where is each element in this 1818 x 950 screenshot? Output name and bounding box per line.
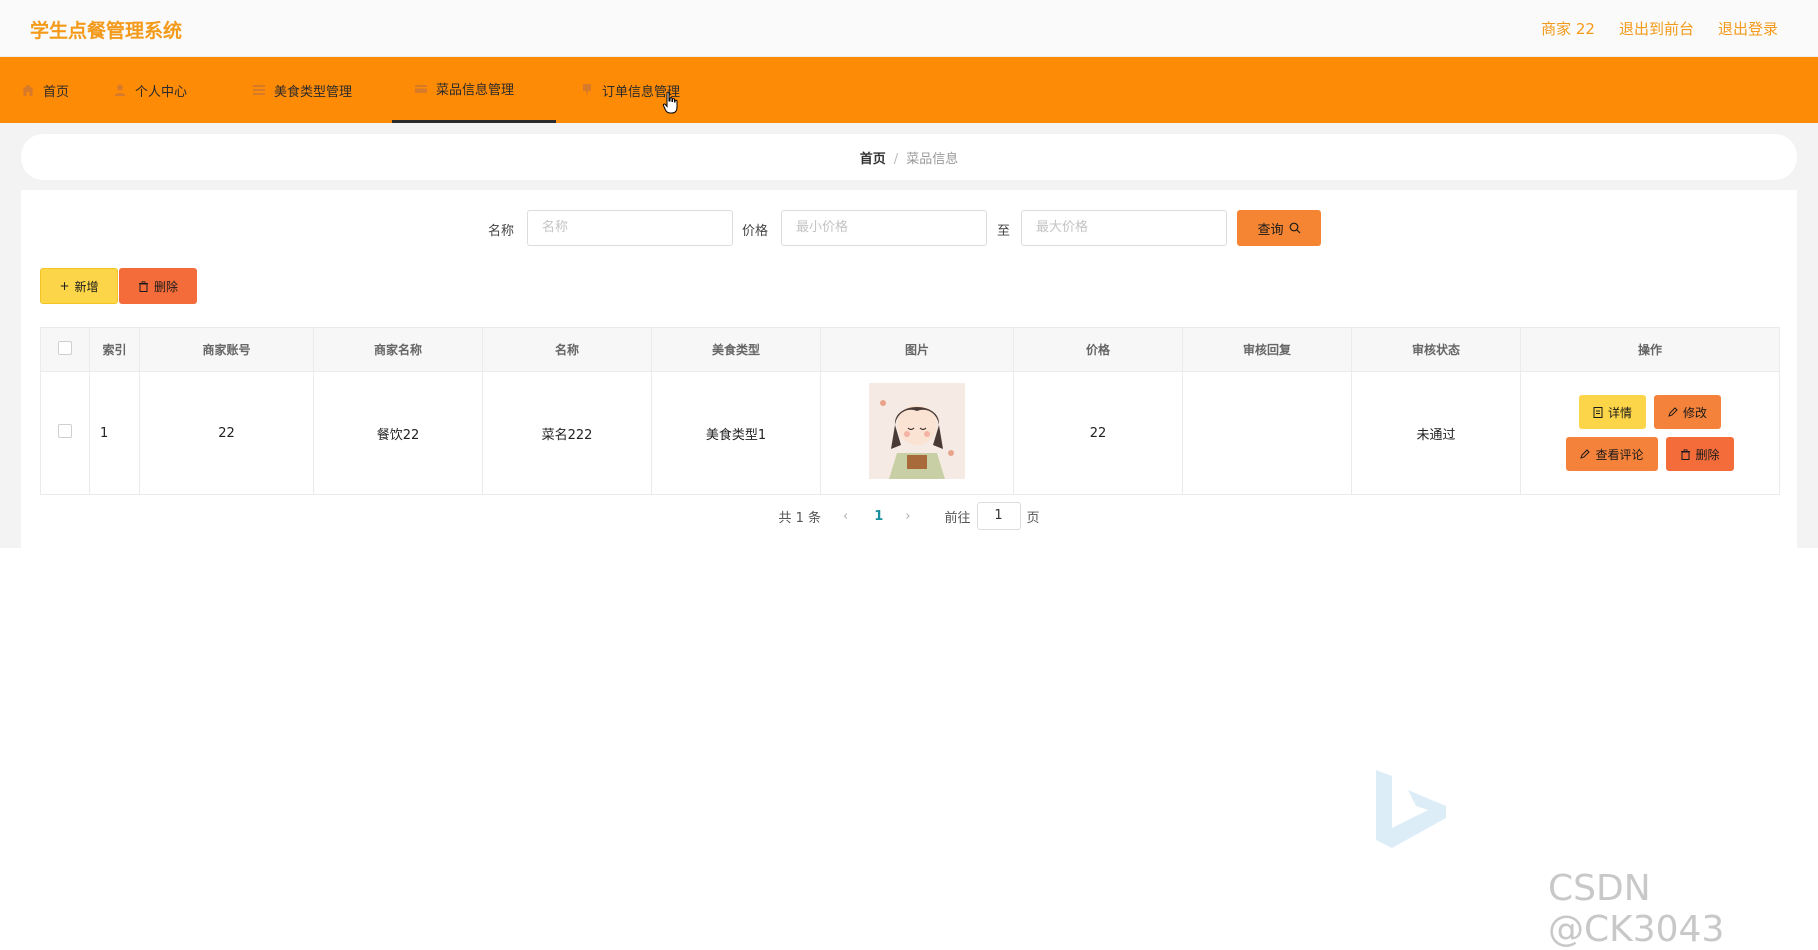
logout-link[interactable]: 退出登录 — [1718, 18, 1778, 39]
select-all-checkbox[interactable] — [58, 341, 72, 355]
pagination: 共 1 条 ‹ 1 › 前往 1 页 — [21, 502, 1797, 530]
trash-icon — [138, 280, 148, 292]
col-price: 价格 — [1013, 327, 1183, 372]
col-merchant-account: 商家账号 — [139, 327, 314, 372]
breadcrumb-home[interactable]: 首页 — [860, 152, 886, 167]
home-icon — [22, 84, 34, 96]
pin-icon — [583, 84, 591, 96]
app-title: 学生点餐管理系统 — [30, 20, 183, 42]
col-index: 索引 — [89, 327, 140, 372]
edit-button-label: 修改 — [1683, 405, 1708, 420]
main-nav: 首页 个人中心 美食类型管理 菜品信息管理 订单信息管理 — [0, 57, 1818, 123]
detail-button-label: 详情 — [1607, 405, 1632, 420]
breadcrumb-separator: / — [893, 152, 899, 167]
add-button[interactable]: + 新增 — [40, 268, 118, 304]
next-page-button[interactable]: › — [905, 509, 910, 524]
top-links: 商家 22 退出到前台 退出登录 — [1541, 18, 1778, 39]
watermark: CSDN @CK3043 — [1548, 868, 1725, 950]
cell-review-status: 未通过 — [1351, 371, 1521, 495]
nav-item-home[interactable]: 首页 — [21, 57, 69, 123]
batch-delete-label: 删除 — [153, 279, 178, 294]
edit-icon — [1668, 407, 1678, 417]
prev-page-button[interactable]: ‹ — [843, 509, 848, 524]
edit-button[interactable]: 修改 — [1654, 395, 1722, 429]
row-delete-button[interactable]: 删除 — [1665, 437, 1734, 471]
search-icon — [1289, 222, 1300, 234]
cell-price: 22 — [1013, 371, 1183, 495]
max-price-input[interactable]: 最大价格 — [1021, 210, 1227, 246]
cell-review-reply — [1182, 371, 1352, 495]
cell-dish-name: 菜名222 — [482, 371, 652, 495]
row-checkbox[interactable] — [58, 424, 72, 438]
document-icon — [1593, 406, 1603, 418]
page-unit-label: 页 — [1026, 510, 1040, 526]
table-header-row: 索引 商家账号 商家名称 名称 美食类型 图片 价格 审核回复 审核状态 操作 — [40, 327, 1780, 372]
detail-button[interactable]: 详情 — [1578, 395, 1646, 429]
nav-label-food-type: 美食类型管理 — [274, 84, 353, 100]
select-all-header — [40, 327, 90, 372]
card-icon — [415, 84, 427, 93]
trash-icon — [1680, 448, 1690, 460]
cell-actions: 详情 修改 查看评论 删除 — [1520, 371, 1780, 495]
exit-to-frontend-link[interactable]: 退出到前台 — [1619, 18, 1694, 39]
col-review-reply: 审核回复 — [1182, 327, 1352, 372]
merchant-account-link[interactable]: 商家 22 — [1541, 18, 1595, 39]
pagination-total: 共 1 条 — [778, 510, 822, 526]
goto-label: 前往 — [944, 510, 971, 526]
page-number-1[interactable]: 1 — [874, 509, 883, 524]
cell-merchant-name: 餐饮22 — [313, 371, 483, 495]
row-delete-label: 删除 — [1695, 447, 1720, 462]
goto-page-input[interactable]: 1 — [976, 502, 1021, 530]
view-comments-button[interactable]: 查看评论 — [1566, 437, 1658, 471]
breadcrumb: 首页 / 菜品信息 — [21, 134, 1797, 180]
min-price-input[interactable]: 最小价格 — [781, 210, 987, 246]
nav-label-home: 首页 — [43, 84, 70, 100]
dish-table: 索引 商家账号 商家名称 名称 美食类型 图片 价格 审核回复 审核状态 操作 … — [40, 327, 1780, 495]
breadcrumb-current: 菜品信息 — [906, 152, 959, 167]
col-actions: 操作 — [1520, 327, 1780, 372]
batch-delete-button[interactable]: 删除 — [119, 268, 197, 304]
nav-item-dish-info[interactable]: 菜品信息管理 — [392, 57, 556, 123]
price-range-separator: 至 — [997, 224, 1011, 239]
col-review-status: 审核状态 — [1351, 327, 1521, 372]
query-button-label: 查询 — [1257, 222, 1284, 238]
nav-item-food-type[interactable]: 美食类型管理 — [252, 57, 352, 123]
row-select-cell — [40, 371, 90, 495]
nav-item-profile[interactable]: 个人中心 — [113, 57, 187, 123]
cell-merchant-account: 22 — [139, 371, 314, 495]
cell-index: 1 — [89, 371, 140, 495]
query-button[interactable]: 查询 — [1237, 210, 1321, 246]
cursor-hand-icon — [662, 91, 678, 114]
col-dish-name: 名称 — [482, 327, 652, 372]
main-panel: 名称 名称 价格 最小价格 至 最大价格 查询 + 新增 删除 索引 商家账号 … — [21, 190, 1797, 548]
cell-image — [820, 371, 1014, 495]
edit-icon — [1580, 449, 1591, 459]
name-search-input[interactable]: 名称 — [527, 210, 733, 246]
name-filter-label: 名称 — [488, 224, 515, 239]
nav-label-profile: 个人中心 — [135, 84, 188, 100]
list-icon — [253, 85, 265, 95]
view-comments-label: 查看评论 — [1595, 447, 1644, 462]
top-bar: 学生点餐管理系统 商家 22 退出到前台 退出登录 — [0, 0, 1818, 57]
col-image: 图片 — [820, 327, 1014, 372]
plus-icon: + — [59, 279, 70, 293]
nav-label-dish-info: 菜品信息管理 — [436, 83, 515, 98]
add-button-label: 新增 — [74, 279, 99, 294]
user-icon — [114, 84, 126, 96]
table-row: 1 22 餐饮22 菜名222 美食类型1 22 未通过 详情 修改 查看评论 … — [40, 371, 1780, 495]
cell-food-type: 美食类型1 — [651, 371, 821, 495]
price-filter-label: 价格 — [742, 224, 769, 239]
col-merchant-name: 商家名称 — [313, 327, 483, 372]
bing-logo-icon — [1376, 770, 1446, 848]
col-food-type: 美食类型 — [651, 327, 821, 372]
dish-image[interactable] — [869, 383, 965, 479]
search-filter: 名称 名称 价格 最小价格 至 最大价格 查询 — [21, 210, 1797, 248]
